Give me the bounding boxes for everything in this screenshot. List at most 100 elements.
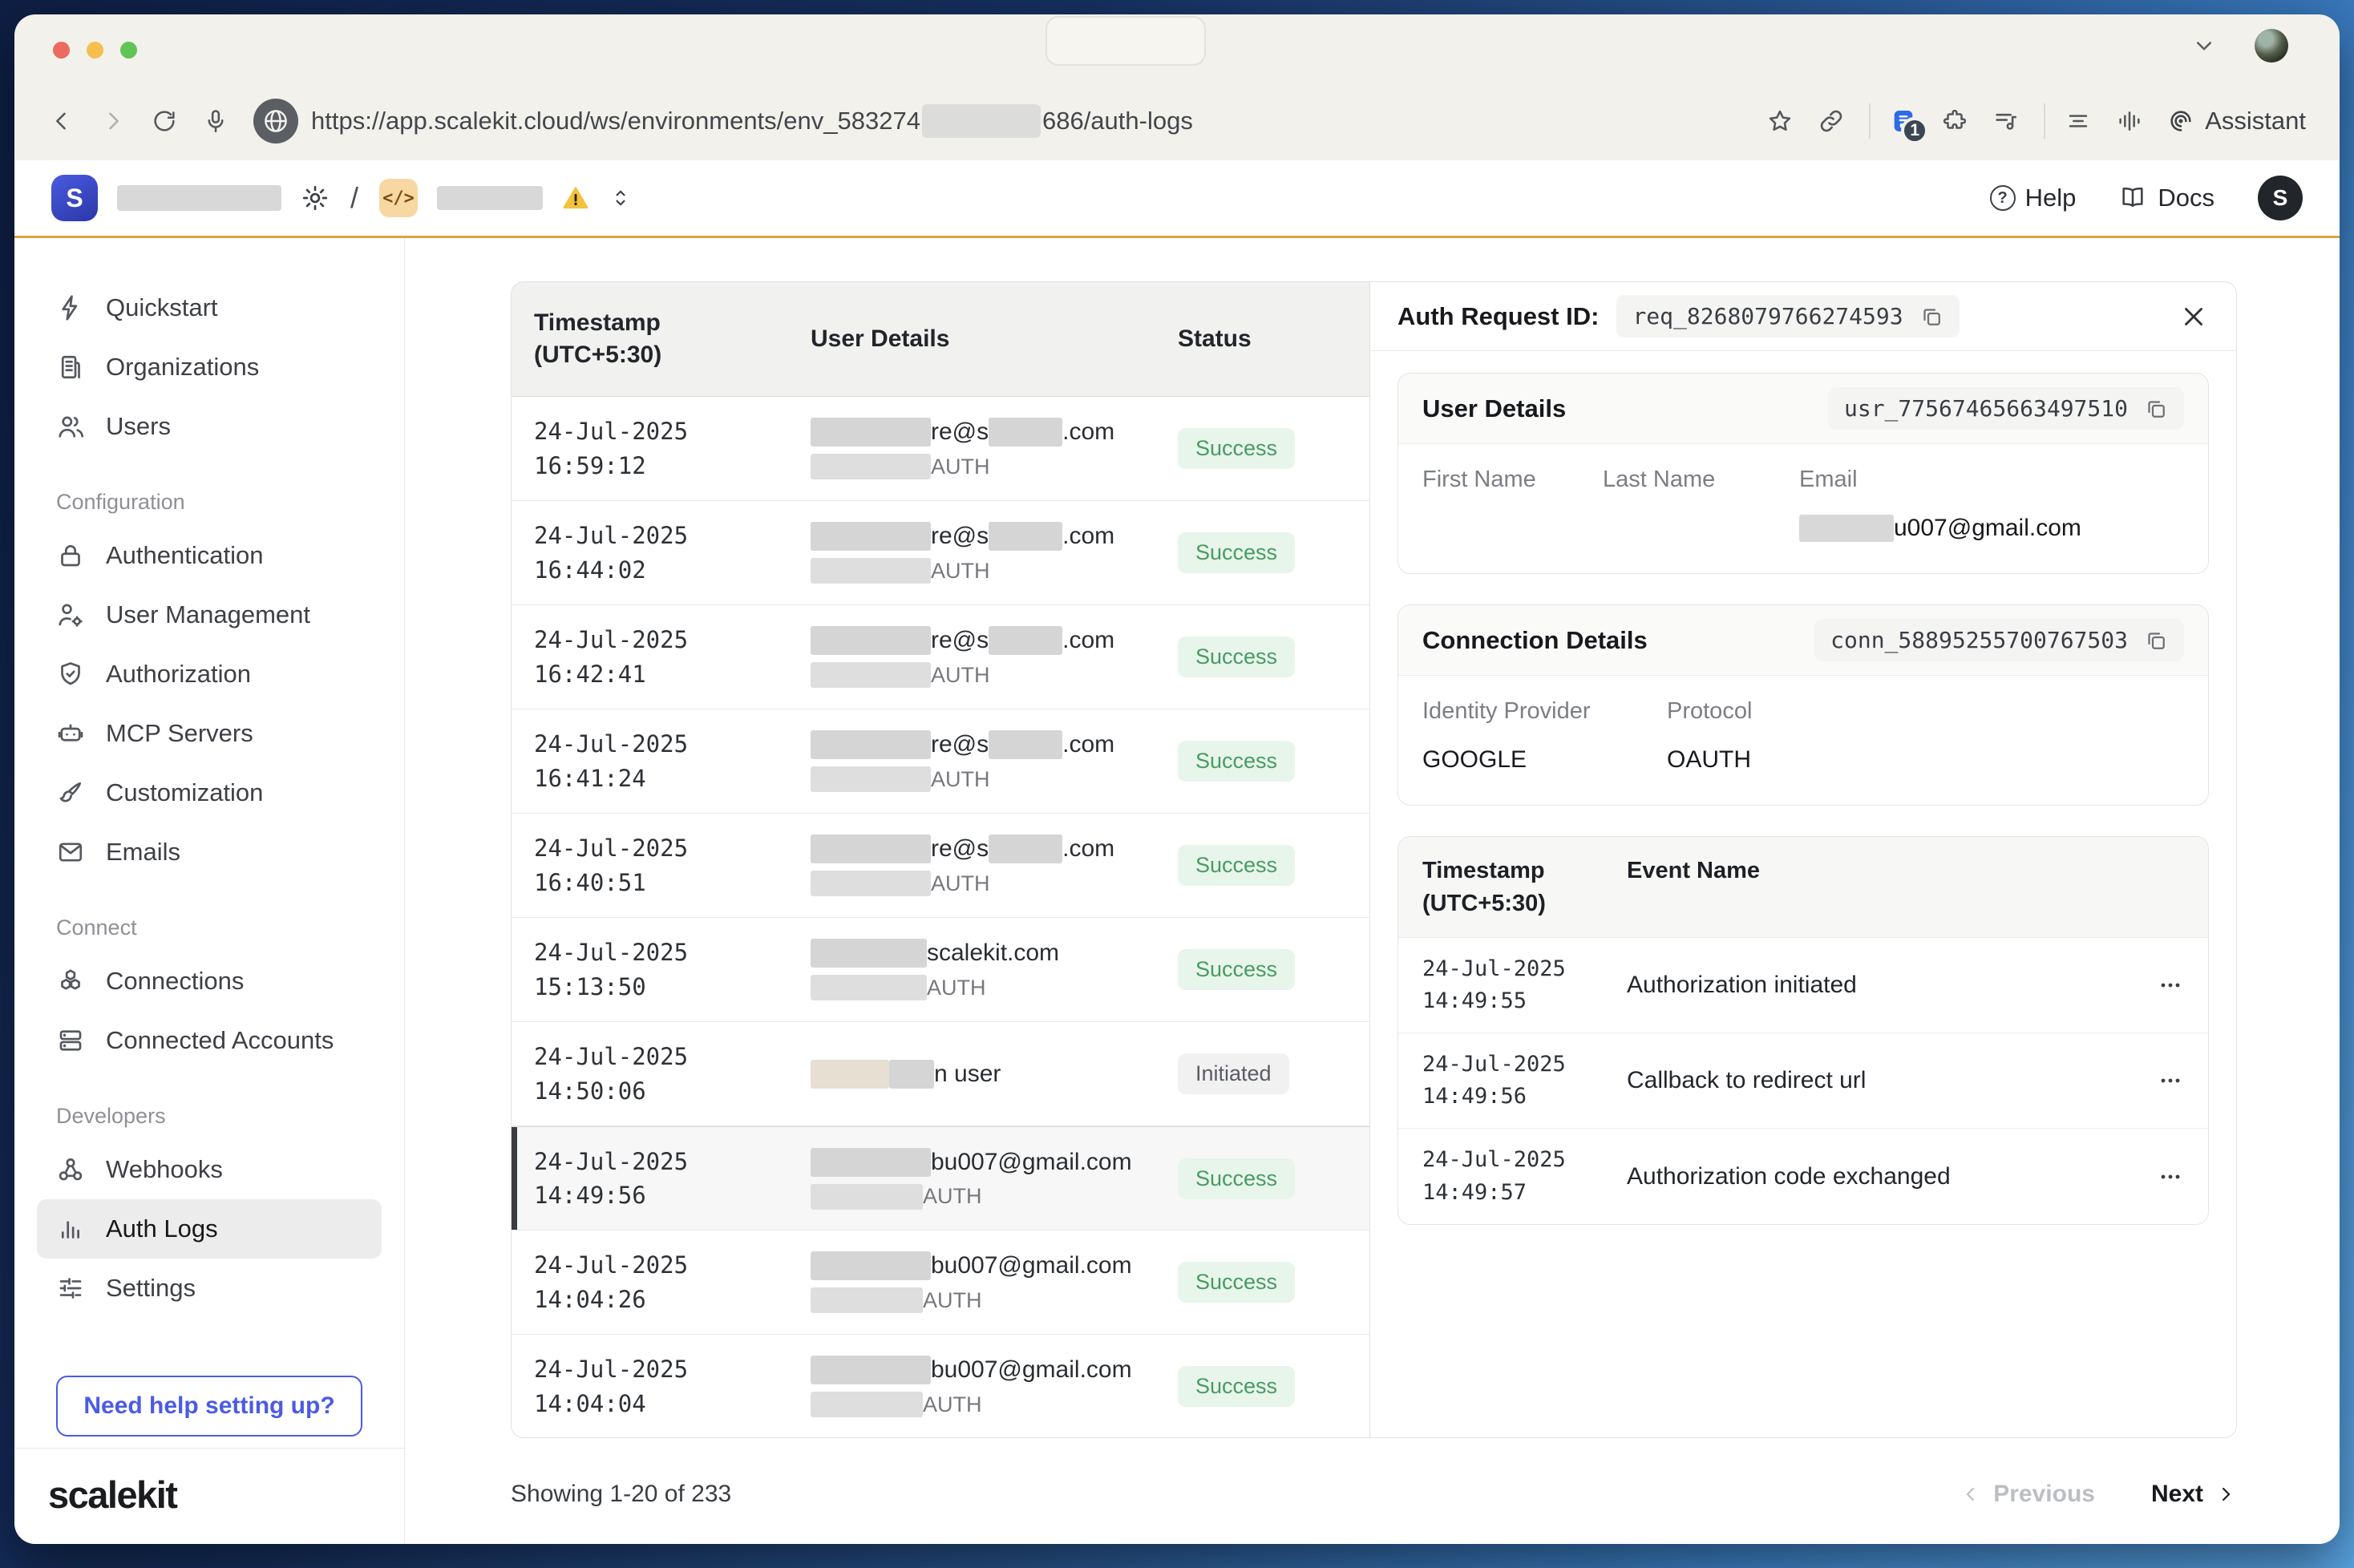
sidebar-section-developers: Developers xyxy=(37,1104,382,1129)
event-menu-icon[interactable] xyxy=(2132,1066,2208,1095)
row-status: Success xyxy=(1163,428,1369,469)
connection-id-value: conn_58895255700767503 xyxy=(1830,627,2128,653)
window-controls xyxy=(53,42,137,59)
browser-profile-avatar[interactable] xyxy=(2255,29,2288,63)
sidebar-item-authorization[interactable]: Authorization xyxy=(37,645,382,704)
sidebar-item-mcp-servers[interactable]: MCP Servers xyxy=(37,704,382,763)
zoom-window-button[interactable] xyxy=(120,42,137,59)
row-user-details: re@s.comAUTH xyxy=(811,418,1163,479)
workspace-avatar[interactable]: S xyxy=(51,175,98,221)
sidebar-item-users[interactable]: Users xyxy=(37,397,382,456)
sidebar-section-connect: Connect xyxy=(37,915,382,940)
table-row[interactable]: 24-Jul-202514:04:26bu007@gmail.comAUTHSu… xyxy=(512,1231,1369,1335)
password-manager-icon[interactable]: 1 xyxy=(1890,107,1917,135)
table-row[interactable]: 24-Jul-202516:44:02re@s.comAUTHSuccess xyxy=(512,501,1369,605)
close-window-button[interactable] xyxy=(53,42,70,59)
mic-icon[interactable] xyxy=(202,107,229,135)
bars-icon xyxy=(56,1214,85,1243)
sidebar-item-connected-accounts[interactable]: Connected Accounts xyxy=(37,1011,382,1070)
status-badge: Success xyxy=(1178,428,1295,469)
sidebar-item-quickstart[interactable]: Quickstart xyxy=(37,278,382,337)
table-row[interactable]: 24-Jul-202516:40:51re@s.comAUTHSuccess xyxy=(512,814,1369,918)
assistant-icon xyxy=(2167,107,2194,135)
events-column-timestamp: Timestamp (UTC+5:30) xyxy=(1398,855,1627,919)
back-icon[interactable] xyxy=(48,107,75,135)
sidebar-item-auth-logs[interactable]: Auth Logs xyxy=(37,1199,382,1259)
row-timestamp: 24-Jul-202514:04:04 xyxy=(512,1352,811,1420)
table-row[interactable]: 24-Jul-202516:42:41re@s.comAUTHSuccess xyxy=(512,605,1369,709)
minimize-window-button[interactable] xyxy=(87,42,103,59)
user-visible-text: AUTH xyxy=(923,1288,982,1313)
table-row[interactable]: 24-Jul-202514:04:04bu007@gmail.comAUTHSu… xyxy=(512,1335,1369,1437)
column-user-details: User Details xyxy=(811,325,1163,353)
status-badge: Initiated xyxy=(1178,1053,1289,1094)
docs-button[interactable]: Docs xyxy=(2119,184,2214,212)
sidebar-item-organizations[interactable]: Organizations xyxy=(37,337,382,397)
table-row[interactable]: 24-Jul-202514:50:06n userInitiated xyxy=(512,1022,1369,1126)
copy-link-icon[interactable] xyxy=(1818,107,1845,135)
row-status: Success xyxy=(1163,741,1369,782)
previous-page-button[interactable]: Previous xyxy=(1960,1481,2095,1508)
sidebar-item-customization[interactable]: Customization xyxy=(37,763,382,822)
sidebar-item-emails[interactable]: Emails xyxy=(37,822,382,882)
gear-icon[interactable] xyxy=(301,184,330,212)
table-row[interactable]: 24-Jul-202516:41:24re@s.comAUTHSuccess xyxy=(512,709,1369,814)
close-icon[interactable] xyxy=(2178,301,2209,332)
chevron-down-icon[interactable] xyxy=(2190,32,2218,59)
sidebar-item-settings[interactable]: Settings xyxy=(37,1259,382,1318)
extensions-puzzle-icon[interactable] xyxy=(1941,107,1968,135)
event-menu-icon[interactable] xyxy=(2132,971,2208,1000)
table-row[interactable]: 24-Jul-202515:13:50scalekit.comAUTHSucce… xyxy=(512,918,1369,1022)
row-status: Success xyxy=(1163,949,1369,990)
browser-tab-notch[interactable] xyxy=(1046,16,1206,66)
event-row[interactable]: 24-Jul-202514:49:55Authorization initiat… xyxy=(1398,938,2208,1033)
copy-icon[interactable] xyxy=(1919,305,1943,329)
sidebar-item-authentication[interactable]: Authentication xyxy=(37,526,382,585)
event-row[interactable]: 24-Jul-202514:49:56Callback to redirect … xyxy=(1398,1033,2208,1129)
copy-icon[interactable] xyxy=(2144,397,2168,421)
environment-selector-icon[interactable] xyxy=(609,186,633,210)
logs-table-header: Timestamp (UTC+5:30) User Details Status xyxy=(512,282,1369,397)
identity-provider-label: Identity Provider xyxy=(1422,698,1667,725)
user-visible-text: .com xyxy=(1062,418,1114,446)
event-row[interactable]: 24-Jul-202514:49:57Authorization code ex… xyxy=(1398,1129,2208,1224)
row-user-details: bu007@gmail.comAUTH xyxy=(811,1251,1163,1313)
need-help-button[interactable]: Need help setting up? xyxy=(56,1376,362,1437)
next-label: Next xyxy=(2151,1481,2203,1508)
reload-icon[interactable] xyxy=(151,107,178,135)
user-avatar[interactable]: S xyxy=(2258,176,2303,220)
table-row[interactable]: 24-Jul-202514:49:56bu007@gmail.comAUTHSu… xyxy=(512,1126,1369,1231)
environment-icon[interactable]: </> xyxy=(379,179,418,217)
docs-label: Docs xyxy=(2158,184,2214,212)
row-timestamp: 24-Jul-202516:40:51 xyxy=(512,831,811,899)
forward-icon[interactable] xyxy=(99,107,127,135)
assistant-button[interactable]: Assistant xyxy=(2167,107,2306,135)
event-timestamp: 24-Jul-202514:49:55 xyxy=(1398,953,1627,1018)
sidebar-item-label: User Management xyxy=(106,600,310,629)
mail-icon xyxy=(56,838,85,867)
copy-icon[interactable] xyxy=(2144,628,2168,653)
sidebar-item-webhooks[interactable]: Webhooks xyxy=(37,1140,382,1199)
bookmark-star-icon[interactable] xyxy=(1766,107,1794,135)
help-button[interactable]: ? Help xyxy=(1990,184,2077,212)
next-page-button[interactable]: Next xyxy=(2151,1481,2237,1508)
user-visible-text: .com xyxy=(1062,731,1114,758)
event-menu-icon[interactable] xyxy=(2132,1162,2208,1191)
row-status: Success xyxy=(1163,845,1369,886)
waveform-icon[interactable] xyxy=(2116,107,2143,135)
redacted-text xyxy=(811,558,931,584)
sidebar-item-label: Webhooks xyxy=(106,1155,223,1184)
password-badge: 1 xyxy=(1901,117,1928,144)
reader-list-icon[interactable] xyxy=(2065,107,2092,135)
media-playlist-icon[interactable] xyxy=(1992,107,2020,135)
address-bar[interactable]: https://app.scalekit.cloud/ws/environmen… xyxy=(311,104,1193,138)
sidebar-item-user-management[interactable]: User Management xyxy=(37,585,382,645)
webhook-icon xyxy=(56,1155,85,1184)
sidebar-item-connections[interactable]: Connections xyxy=(37,952,382,1011)
connection-details-card: Connection Details conn_5889525570076750… xyxy=(1397,604,2209,806)
table-row[interactable]: 24-Jul-202516:59:12re@s.comAUTHSuccess xyxy=(512,397,1369,501)
redacted-text xyxy=(811,766,931,792)
scalekit-app: S / </> ? Help Docs xyxy=(14,160,2340,1544)
event-name: Authorization initiated xyxy=(1627,972,2132,999)
row-user-details: bu007@gmail.comAUTH xyxy=(811,1148,1163,1210)
